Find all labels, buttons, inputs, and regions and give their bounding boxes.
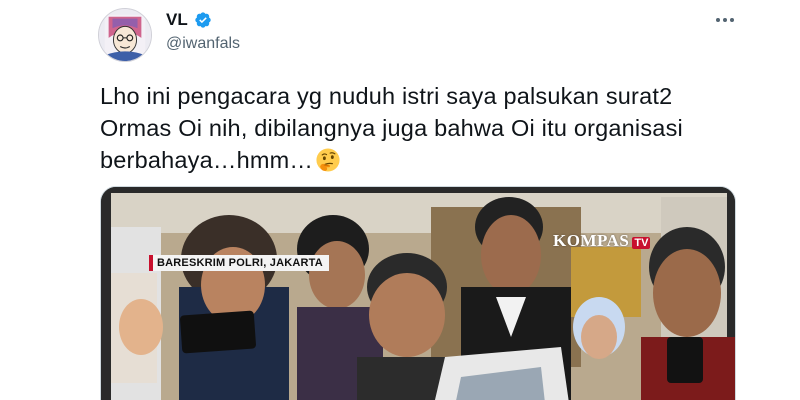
channel-logo: KOMPAS TV: [553, 231, 651, 251]
thinking-face-emoji: [316, 148, 340, 172]
channel-logo-text: KOMPAS: [553, 231, 630, 250]
tweet-text: Lho ini pengacara yg nuduh istri saya pa…: [100, 80, 760, 176]
more-options-icon[interactable]: [712, 10, 738, 30]
tweet: VL @iwanfals Lho ini pengacara yg nuduh …: [0, 0, 800, 400]
location-caption: BARESKRIM POLRI, JAKARTA: [157, 257, 323, 269]
tweet-text-line-2: Ormas Oi nih, dibilangnya juga bahwa Oi …: [100, 115, 683, 141]
author-handle[interactable]: @iwanfals: [166, 35, 240, 53]
location-caption-banner: BARESKRIM POLRI, JAKARTA: [149, 255, 329, 271]
tweet-media-video[interactable]: BARESKRIM POLRI, JAKARTA KOMPAS TV: [100, 186, 736, 400]
tweet-text-line-3: berbahaya…hmm…: [100, 144, 760, 176]
author-avatar[interactable]: [98, 8, 152, 62]
tweet-text-line-3-text: berbahaya…hmm…: [100, 147, 314, 173]
author-display-name[interactable]: VL: [166, 10, 188, 30]
video-frame-image: [101, 187, 735, 400]
tweet-text-line-1: Lho ini pengacara yg nuduh istri saya pa…: [100, 83, 673, 109]
avatar-portrait-image: [99, 9, 151, 61]
channel-logo-suffix: TV: [632, 237, 651, 249]
verified-badge-icon: [195, 12, 211, 28]
author-name-row: VL: [166, 10, 212, 30]
